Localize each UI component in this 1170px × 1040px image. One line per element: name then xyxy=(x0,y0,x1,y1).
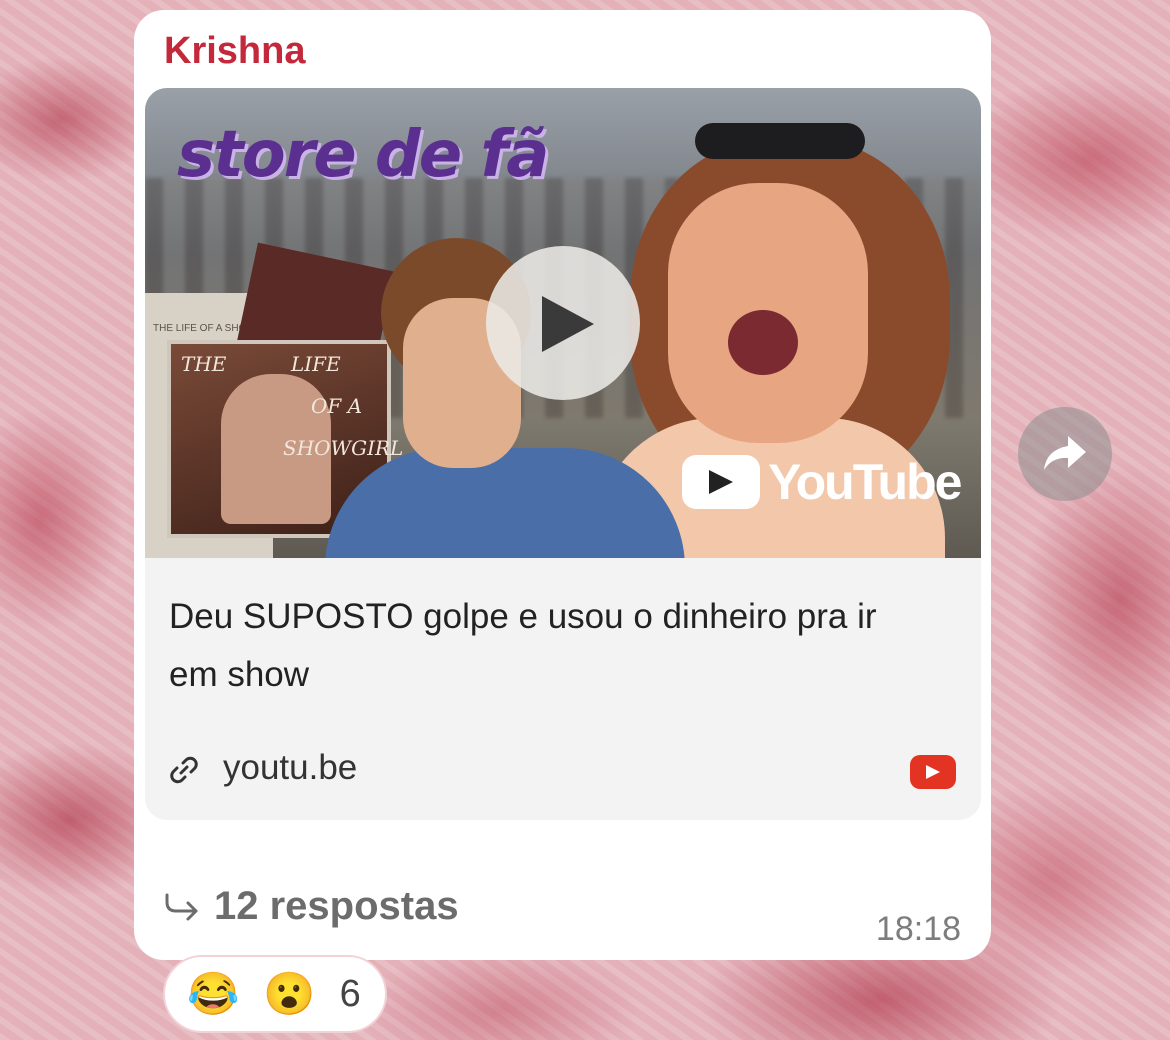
forward-button[interactable] xyxy=(1018,407,1112,501)
album-title-line: OF A xyxy=(311,394,363,418)
album-title-line: SHOWGIRL xyxy=(283,436,404,460)
play-button[interactable] xyxy=(486,246,640,400)
link-preview-card[interactable]: THE LIFE OF A SHOWGIRL THE LIFE OF A SHO… xyxy=(145,88,981,820)
album-title-line: THE xyxy=(181,352,227,376)
reactions-pill[interactable]: 😂 😮 6 xyxy=(163,955,387,1033)
reply-arrow-icon xyxy=(165,893,198,920)
forward-icon xyxy=(1044,436,1086,470)
reaction-laughing[interactable]: 😂 xyxy=(187,973,239,1015)
link-domain[interactable]: youtu.be xyxy=(223,748,357,788)
sender-name[interactable]: Krishna xyxy=(164,30,305,73)
replies-count-label: 12 respostas xyxy=(214,884,459,928)
link-icon xyxy=(170,756,198,784)
album-title-line: LIFE xyxy=(291,352,341,376)
youtube-wordmark: YouTube xyxy=(768,454,962,510)
video-thumbnail[interactable]: THE LIFE OF A SHOWGIRL THE LIFE OF A SHO… xyxy=(145,88,981,558)
play-icon xyxy=(542,296,594,352)
message-bubble[interactable]: Krishna THE LIFE OF A SHOWGIRL THE LIFE … xyxy=(134,10,991,960)
sunglasses xyxy=(695,123,865,159)
person-right-mouth xyxy=(728,310,798,375)
reaction-count: 6 xyxy=(339,972,361,1015)
youtube-watermark: YouTube xyxy=(682,453,962,511)
replies-link[interactable]: 12 respostas xyxy=(164,884,459,929)
reaction-surprised[interactable]: 😮 xyxy=(263,973,315,1015)
message-timestamp: 18:18 xyxy=(875,910,961,948)
youtube-icon xyxy=(910,755,956,789)
youtube-icon xyxy=(682,455,760,509)
link-preview-title[interactable]: Deu SUPOSTO golpe e usou o dinheiro pra … xyxy=(169,588,929,704)
brand-logo: store de fã xyxy=(177,118,549,192)
